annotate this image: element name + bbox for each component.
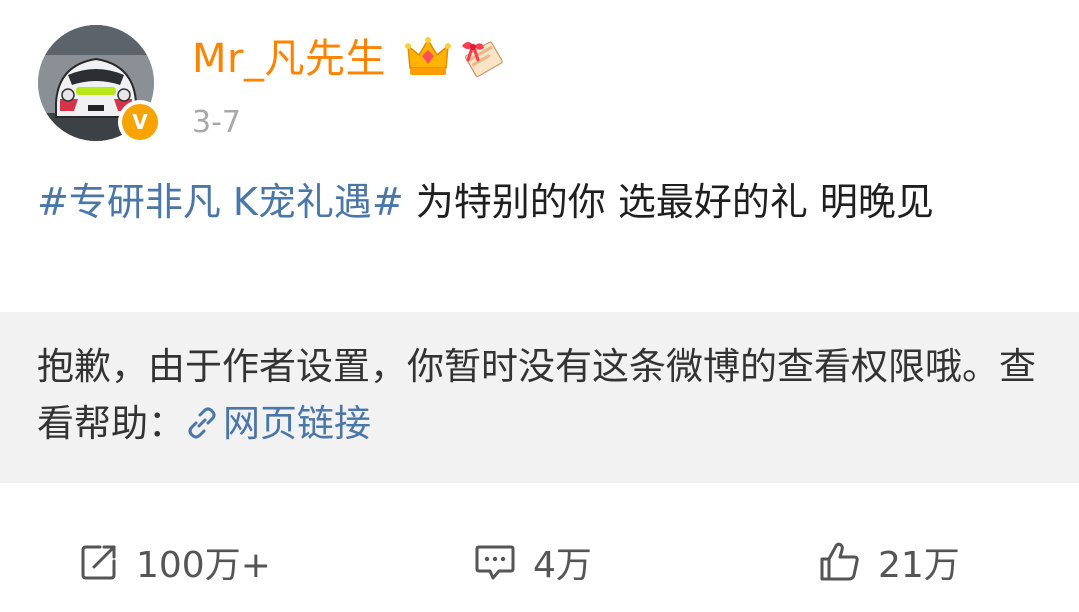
post-content: #专研非凡 K宠礼遇# 为特别的你 选最好的礼 明晚见 (37, 172, 1047, 232)
action-bar: 100万+ 4万 21万 (0, 530, 1079, 594)
post-text: 为特别的你 选最好的礼 明晚见 (403, 180, 934, 224)
repost-icon (81, 545, 116, 580)
restricted-notice: 抱歉，由于作者设置，你暂时没有这条微博的查看权限哦。查看帮助： 网页链接 (0, 312, 1079, 483)
verified-v-icon: V (118, 100, 162, 144)
notice-text-block: 抱歉，由于作者设置，你暂时没有这条微博的查看权限哦。查看帮助： 网页链接 (37, 338, 1057, 452)
link-icon (188, 407, 216, 439)
crown-icon[interactable] (404, 34, 452, 78)
repost-count: 100万+ (136, 545, 271, 586)
comment-button[interactable]: 4万 (473, 530, 592, 594)
comment-count: 4万 (533, 545, 592, 586)
comment-icon (475, 545, 515, 580)
like-button[interactable]: 21万 (818, 530, 960, 594)
hashtag-link[interactable]: #专研非凡 K宠礼遇# (37, 180, 404, 224)
like-icon (820, 542, 859, 581)
like-count: 21万 (878, 545, 960, 586)
weibo-post: V Mr_凡先生 3-7 #专研非凡 K宠礼遇# 为特别的你 选最好的礼 明晚见… (0, 0, 1079, 612)
repost-button[interactable]: 100万+ (78, 530, 271, 594)
gift-icon[interactable] (458, 36, 506, 80)
verified-badge-letter: V (132, 110, 148, 134)
help-link-label: 网页链接 (223, 402, 371, 445)
username[interactable]: Mr_凡先生 (192, 33, 386, 85)
help-web-link[interactable]: 网页链接 (185, 402, 371, 445)
post-time: 3-7 (192, 105, 241, 140)
